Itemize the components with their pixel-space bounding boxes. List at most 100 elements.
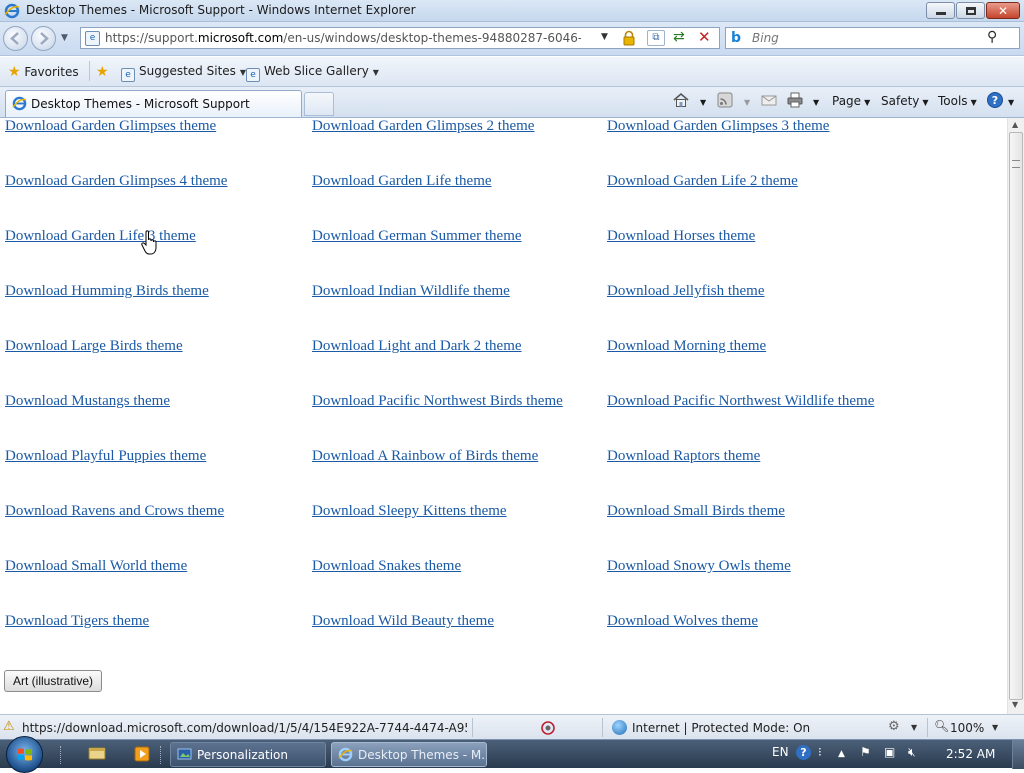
zoom-icon[interactable]: 🔍︎ [934,719,949,733]
stop-icon[interactable]: ✕ [698,28,711,46]
page-menu[interactable]: Page ▼ [832,94,870,108]
help-icon[interactable]: ? [796,745,811,760]
theme-download-link[interactable]: Download Tigers theme [5,613,149,630]
search-input[interactable] [750,30,980,46]
address-bar[interactable]: e https://support.microsoft.com/en-us/wi… [80,27,720,49]
theme-download-link[interactable]: Download German Summer theme [312,228,522,245]
art-illustrative-button[interactable]: Art (illustrative) [4,670,103,692]
bing-icon: b [731,30,742,46]
theme-download-link[interactable]: Download Light and Dark 2 theme [312,338,522,355]
help-dropdown-icon[interactable]: ▼ [1005,94,1014,108]
address-dropdown-icon[interactable]: ▼ [601,32,608,42]
feeds-dropdown-icon[interactable]: ▼ [741,94,750,108]
volume-muted-icon[interactable]: 🔇︎ [908,745,916,760]
theme-download-link[interactable]: Download Garden Life 3 theme [5,228,196,245]
action-center-flag-icon[interactable]: ⚑ [860,745,871,759]
language-indicator[interactable]: EN [772,745,789,759]
theme-download-link[interactable]: Download Large Birds theme [5,338,183,355]
favorites-label: Favorites [24,65,79,79]
minimize-button[interactable] [926,2,955,19]
theme-download-link[interactable]: Download Garden Glimpses 4 theme [5,173,227,190]
theme-download-link[interactable]: Download Jellyfish theme [607,283,764,300]
scroll-down-arrow-icon[interactable]: ▼ [1012,700,1018,709]
print-icon[interactable] [786,91,804,109]
theme-download-link[interactable]: Download Indian Wildlife theme [312,283,510,300]
protected-mode-icon[interactable]: ⚙ [888,719,900,734]
media-player-icon[interactable] [133,745,151,763]
theme-download-link[interactable]: Download Garden Life theme [312,173,492,190]
theme-download-link[interactable]: Download Raptors theme [607,448,760,465]
warning-icon[interactable]: ⚠ [3,719,15,734]
security-zone-text[interactable]: Internet | Protected Mode: On [632,721,810,735]
theme-download-link[interactable]: Download Pacific Northwest Birds theme [312,393,563,410]
theme-download-link[interactable]: Download A Rainbow of Birds theme [312,448,538,465]
scroll-thumb[interactable] [1009,132,1023,700]
home-dropdown-icon[interactable]: ▼ [697,94,706,108]
theme-download-link[interactable]: Download Small Birds theme [607,503,785,520]
theme-download-link[interactable]: Download Humming Birds theme [5,283,209,300]
theme-download-link[interactable]: Download Pacific Northwest Wildlife them… [607,393,874,410]
safety-menu[interactable]: Safety ▼ [881,94,929,108]
theme-download-link[interactable]: Download Ravens and Crows theme [5,503,224,520]
favorites-button[interactable]: ★ Favorites [8,64,79,80]
theme-download-link[interactable]: Download Garden Glimpses 2 theme [312,118,534,135]
theme-download-link[interactable]: Download Sleepy Kittens theme [312,503,507,520]
refresh-icon[interactable]: ⇄ [673,29,685,45]
suggested-sites-label: Suggested Sites [139,64,236,78]
scroll-grip-icon [1012,160,1020,168]
suggested-sites-link[interactable]: e Suggested Sites ▼ [121,64,246,82]
theme-download-link[interactable]: Download Playful Puppies theme [5,448,206,465]
read-mail-icon[interactable] [760,91,778,109]
theme-download-link[interactable]: Download Snowy Owls theme [607,558,791,575]
vertical-scrollbar[interactable]: ▲ ▼ [1007,118,1024,714]
scroll-up-arrow-icon[interactable]: ▲ [1012,120,1018,129]
status-separator [602,718,603,737]
zoom-level[interactable]: 100% [950,721,984,735]
show-desktop-quicklaunch-icon[interactable] [88,745,106,763]
chevron-down-icon[interactable]: ▼ [911,723,917,732]
taskbar-item-desktop-themes[interactable]: Desktop Themes - M... [331,742,487,767]
theme-download-link[interactable]: Download Wild Beauty theme [312,613,494,630]
start-button[interactable] [6,736,43,773]
theme-download-link[interactable]: Download Garden Glimpses 3 theme [607,118,829,135]
theme-download-link[interactable]: Download Small World theme [5,558,187,575]
home-icon[interactable] [672,91,690,109]
theme-download-link[interactable]: Download Garden Life 2 theme [607,173,798,190]
tools-menu[interactable]: Tools ▼ [938,94,977,108]
theme-download-link[interactable]: Download Snakes theme [312,558,461,575]
show-hidden-icons-icon[interactable]: ▲ [838,749,845,759]
help-icon[interactable]: ? [986,91,1004,109]
back-button[interactable] [3,26,28,51]
feeds-icon[interactable] [716,91,734,109]
network-icon[interactable]: ▣ [884,745,895,759]
add-to-favorites-bar-button[interactable]: ★ [96,64,109,80]
theme-download-link[interactable]: Download Wolves theme [607,613,758,630]
theme-download-link[interactable]: Download Morning theme [607,338,766,355]
favorites-bar: ★ Favorites ★ e Suggested Sites ▼ e Web Sli… [0,57,1024,87]
privacy-report-icon[interactable] [540,720,556,736]
address-url[interactable]: https://support.microsoft.com/en-us/wind… [105,31,581,45]
recent-pages-dropdown-icon[interactable]: ▼ [61,33,68,43]
taskbar-item-personalization[interactable]: Personalization [170,742,326,767]
lock-icon[interactable] [621,30,637,46]
print-dropdown-icon[interactable]: ▼ [810,94,819,108]
zoom-dropdown-icon[interactable]: ▼ [992,723,998,732]
clock[interactable]: 2:52 AM [946,747,995,761]
new-tab-button[interactable] [304,92,334,116]
compatibility-view-icon[interactable]: ⧉ [647,30,665,46]
chevron-down-icon: ▼ [864,98,871,107]
language-bar-icon[interactable]: ⁝ [818,745,822,759]
close-window-button[interactable]: ✕ [986,2,1020,19]
theme-download-link[interactable]: Download Horses theme [607,228,755,245]
forward-button[interactable] [31,26,56,51]
web-slice-gallery-link[interactable]: e Web Slice Gallery ▼ [246,64,379,82]
maximize-button[interactable] [956,2,985,19]
taskbar-grip[interactable] [160,746,163,764]
theme-download-link[interactable]: Download Garden Glimpses theme [5,118,216,135]
taskbar-grip[interactable] [60,746,63,764]
search-box[interactable]: b ⚲ [725,27,1020,49]
theme-download-link[interactable]: Download Mustangs theme [5,393,170,410]
search-icon[interactable]: ⚲ [987,29,997,45]
tab-desktop-themes[interactable]: Desktop Themes - Microsoft Support [5,90,302,117]
show-desktop-button[interactable] [1012,740,1024,769]
